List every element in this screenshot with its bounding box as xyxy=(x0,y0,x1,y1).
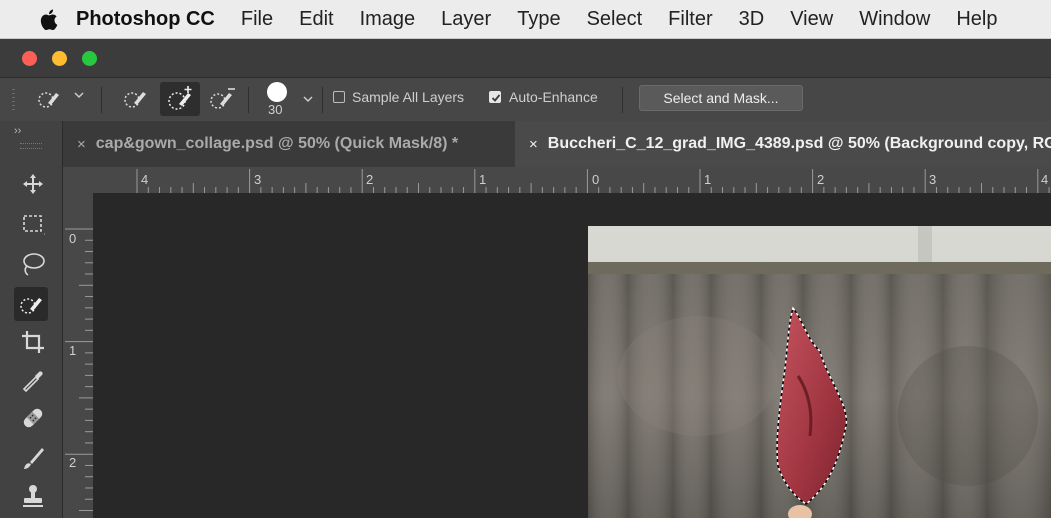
tab-label: cap&gown_collage.psd @ 50% (Quick Mask/8… xyxy=(95,135,459,152)
marquee-tool-icon[interactable] xyxy=(18,209,48,239)
menu-view[interactable]: View xyxy=(790,8,833,31)
auto-enhance-label[interactable]: Auto-Enhance xyxy=(509,89,598,105)
add-to-selection-icon[interactable] xyxy=(160,82,200,116)
menu-3d[interactable]: 3D xyxy=(739,8,765,31)
sample-all-layers-label[interactable]: Sample All Layers xyxy=(352,89,464,105)
vertical-ruler[interactable]: 0 1 2 xyxy=(63,193,93,518)
panel-grip[interactable] xyxy=(20,143,42,149)
brush-size-value[interactable]: 30 xyxy=(268,102,282,117)
zoom-window-button[interactable] xyxy=(82,51,97,66)
menu-window[interactable]: Window xyxy=(859,8,930,31)
eyedropper-tool-icon[interactable] xyxy=(18,365,48,395)
tools-panel: ›› xyxy=(0,121,63,518)
close-tab-icon[interactable]: × xyxy=(529,136,538,153)
quick-selection-tool-icon[interactable] xyxy=(14,287,48,321)
menu-select[interactable]: Select xyxy=(587,8,643,31)
sample-all-layers-checkbox[interactable] xyxy=(333,91,345,103)
options-bar: 30 Sample All Layers Auto-Enhance xyxy=(0,77,1051,122)
menu-filter[interactable]: Filter xyxy=(668,8,712,31)
horizontal-ruler[interactable]: 4 3 2 1 0 1 2 3 4 xyxy=(63,167,1051,193)
new-selection-icon[interactable] xyxy=(122,85,152,113)
document-image[interactable] xyxy=(588,226,1051,518)
options-bar-grip[interactable] xyxy=(12,87,16,113)
ruler-label: 1 xyxy=(479,172,487,187)
options-divider xyxy=(101,87,102,113)
options-divider xyxy=(322,87,323,113)
menu-edit[interactable]: Edit xyxy=(299,8,333,31)
subtract-from-selection-icon[interactable] xyxy=(206,84,240,114)
ruler-label: 1 xyxy=(69,343,77,358)
menu-image[interactable]: Image xyxy=(360,8,416,31)
panel-collapse-toggle[interactable]: ›› xyxy=(14,125,21,137)
healing-brush-tool-icon[interactable] xyxy=(18,403,48,433)
tab-buccheri-grad[interactable]: × Buccheri_C_12_grad_IMG_4389.psd @ 50% … xyxy=(515,121,1051,167)
menu-help[interactable]: Help xyxy=(956,8,997,31)
stamp-tool-icon[interactable] xyxy=(18,481,48,511)
auto-enhance-checkbox[interactable] xyxy=(489,91,501,103)
ruler-label: 4 xyxy=(141,172,149,187)
brush-tool-icon[interactable] xyxy=(18,443,48,473)
app-menu-photoshop[interactable]: Photoshop CC xyxy=(76,8,215,31)
brush-preview-icon[interactable] xyxy=(266,81,288,103)
document-tab-bar: × cap&gown_collage.psd @ 50% (Quick Mask… xyxy=(63,121,1051,168)
ruler-label: 1 xyxy=(704,172,712,187)
ruler-label: 3 xyxy=(929,172,937,187)
options-divider xyxy=(248,87,249,113)
checkmark-icon xyxy=(491,94,501,102)
tab-cap-gown-collage[interactable]: × cap&gown_collage.psd @ 50% (Quick Mask… xyxy=(63,121,515,167)
lasso-tool-icon[interactable] xyxy=(18,249,48,279)
brush-picker-chevron-icon[interactable] xyxy=(303,95,313,103)
minimize-window-button[interactable] xyxy=(52,51,67,66)
menu-bar: Photoshop CC File Edit Image Layer Type … xyxy=(0,0,1051,39)
select-and-mask-button[interactable]: Select and Mask... xyxy=(639,85,803,111)
menu-layer[interactable]: Layer xyxy=(441,8,491,31)
options-divider xyxy=(622,87,623,113)
ruler-label: 0 xyxy=(69,231,77,246)
ruler-label: 3 xyxy=(254,172,262,187)
close-tab-icon[interactable]: × xyxy=(77,136,86,153)
ruler-label: 2 xyxy=(69,455,77,470)
vertical-ruler-ticks xyxy=(65,228,93,511)
window-titlebar xyxy=(0,39,1051,77)
menu-type[interactable]: Type xyxy=(517,8,560,31)
close-window-button[interactable] xyxy=(22,51,37,66)
chevron-down-icon[interactable] xyxy=(74,91,84,99)
menu-file[interactable]: File xyxy=(241,8,273,31)
crop-tool-icon[interactable] xyxy=(18,327,48,357)
ruler-label: 0 xyxy=(592,172,600,187)
ruler-label: 2 xyxy=(817,172,825,187)
quick-selection-preset-icon[interactable] xyxy=(36,87,70,111)
ruler-label: 4 xyxy=(1041,172,1049,187)
ruler-label: 2 xyxy=(366,172,374,187)
apple-icon[interactable] xyxy=(40,8,60,30)
move-tool-icon[interactable] xyxy=(18,169,48,199)
tab-label: Buccheri_C_12_grad_IMG_4389.psd @ 50% (B… xyxy=(547,135,1051,152)
horizontal-ruler-ticks xyxy=(136,169,1050,193)
